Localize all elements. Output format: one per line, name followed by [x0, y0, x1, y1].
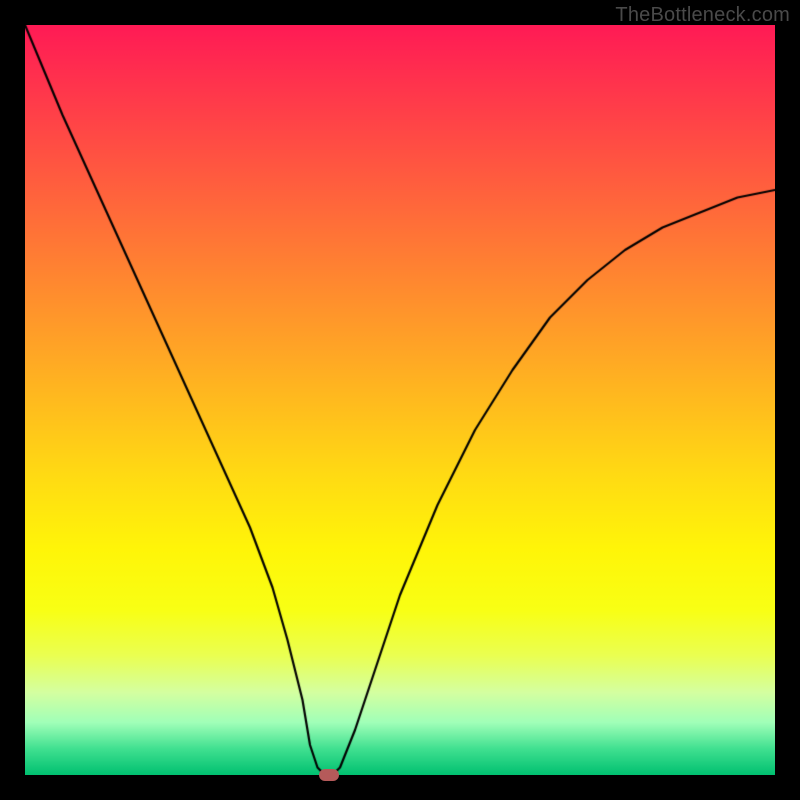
- chart-frame: TheBottleneck.com: [0, 0, 800, 800]
- plot-area: [25, 25, 775, 775]
- optimum-marker: [319, 769, 339, 781]
- curve-canvas: [25, 25, 775, 775]
- watermark-text: TheBottleneck.com: [615, 4, 790, 27]
